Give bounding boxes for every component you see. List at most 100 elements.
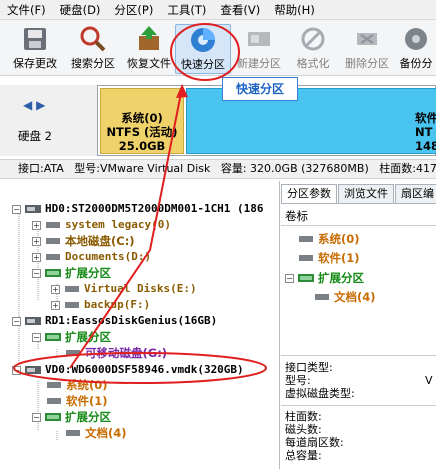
tree-item-removable-g[interactable]: 可移动磁盘(G:) [64, 345, 167, 361]
cylinders-info: 柱面数:417 [379, 162, 436, 175]
tree-item-label: 软件(1) [66, 394, 108, 408]
prop-cylinders: 柱面数: [285, 410, 322, 423]
expand-icon[interactable]: + [32, 252, 41, 262]
collapse-icon[interactable]: − [12, 316, 21, 326]
partition-icon [299, 236, 313, 242]
volume-label-header: 卷标 [285, 209, 308, 223]
partition-icon [47, 398, 61, 404]
segment-software-size: 148. [415, 139, 436, 153]
right-item-system[interactable]: 系统(0) [297, 231, 360, 247]
segment-system-size: 25.0GB [118, 139, 166, 153]
tab-sector-edit[interactable]: 扇区编 [395, 184, 436, 204]
tree-item-backup-f[interactable]: + backup(F:) [51, 297, 150, 313]
tree-item-extended-rd1[interactable]: − 扩展分区 [32, 329, 111, 345]
right-item-label: 系统(0) [318, 232, 360, 246]
magnifier-icon [80, 26, 106, 52]
save-changes-label: 保存更改 [13, 57, 57, 70]
right-item-extended[interactable]: − 扩展分区 [285, 270, 364, 286]
quick-partition-button[interactable]: 快速分区 [175, 24, 231, 74]
menu-tools[interactable]: 工具(T) [160, 0, 213, 20]
tree-item-documents-4[interactable]: 文档(4) [64, 425, 127, 441]
tree-item-software-1[interactable]: 软件(1) [45, 393, 108, 409]
right-tabs: 分区参数 浏览文件 扇区编 [281, 184, 436, 204]
menu-help[interactable]: 帮助(H) [267, 0, 322, 20]
restore-files-button[interactable]: 恢复文件 [122, 24, 176, 74]
partition-segment-system[interactable]: 系统(0) NTFS (活动) 25.0GB [100, 88, 184, 154]
segment-system-fs: NTFS (活动) [106, 125, 178, 139]
format-button[interactable]: 格式化 [286, 24, 340, 74]
tree-item-label: Documents(D:) [65, 250, 152, 263]
expand-icon[interactable]: + [51, 284, 60, 294]
expand-icon[interactable]: + [32, 220, 41, 230]
segment-software-name: 软件 [415, 111, 436, 125]
prop-sectors-per-track: 每道扇区数: [285, 436, 344, 449]
delete-partition-button[interactable]: 删除分区 [340, 24, 394, 74]
tree-disk-rd1[interactable]: − RD1:EassosDiskGenius(16GB) [12, 313, 217, 329]
expand-icon[interactable]: + [32, 236, 41, 246]
chevron-left-icon[interactable]: ◀ [23, 98, 32, 112]
menu-file[interactable]: 文件(F) [0, 0, 53, 20]
new-partition-label: 新建分区 [237, 57, 281, 70]
menu-disk[interactable]: 硬盘(D) [53, 0, 108, 20]
right-item-label: 扩展分区 [318, 271, 364, 285]
tree-item-system-legacy[interactable]: + system legacy(0) [32, 217, 171, 233]
tree-disk-vd0[interactable]: − VD0:WD6000DSF58946.vmdk(320GB) [12, 362, 244, 378]
partition-icon [315, 294, 329, 300]
tree-disk-hd0[interactable]: − HD0:ST2000DM5T2000DM001-1CH1 (186 [12, 201, 264, 217]
tree-item-label: 可移动磁盘(G:) [85, 346, 168, 360]
collapse-icon[interactable]: − [285, 273, 294, 283]
chevron-right-icon[interactable]: ▶ [36, 98, 45, 112]
save-changes-button[interactable]: 保存更改 [8, 24, 62, 74]
tab-partition-params[interactable]: 分区参数 [281, 184, 337, 204]
delete-partition-icon [357, 33, 377, 45]
tree-item-label: 本地磁盘(C:) [65, 234, 135, 248]
partition-icon [46, 222, 60, 228]
partition-icon [65, 286, 79, 292]
tree-item-label: 扩展分区 [65, 410, 111, 424]
new-partition-button[interactable]: 新建分区 [232, 24, 286, 74]
partition-icon [66, 350, 80, 356]
collapse-icon[interactable]: − [32, 412, 41, 422]
tree-item-virtual-disks-e[interactable]: + Virtual Disks(E:) [51, 281, 197, 297]
delete-partition-label: 删除分区 [345, 57, 389, 70]
backup-partition-button[interactable]: 备份分 [394, 24, 436, 74]
disk-label: 硬盘 2 [18, 129, 52, 143]
search-partition-button[interactable]: 搜索分区 [66, 24, 120, 74]
tree-item-documents-d[interactable]: + Documents(D:) [32, 249, 151, 265]
partition-icon [47, 382, 61, 388]
restore-box-icon [139, 26, 159, 50]
disk-bar: 系统(0) NTFS (活动) 25.0GB 软件 NT 148. [0, 85, 436, 156]
menu-view[interactable]: 查看(V) [213, 0, 267, 20]
save-icon [24, 28, 46, 50]
extended-partition-icon [298, 274, 314, 282]
right-item-software[interactable]: 软件(1) [297, 250, 360, 266]
collapse-icon[interactable]: − [32, 332, 41, 342]
tree-item-extended-vd0[interactable]: − 扩展分区 [32, 409, 111, 425]
restore-files-label: 恢复文件 [127, 57, 171, 70]
tree-item-label: system legacy(0) [65, 218, 171, 231]
tree-item-system-0[interactable]: 系统(0) [45, 377, 108, 393]
tree-item-local-disk-c[interactable]: + 本地磁盘(C:) [32, 233, 135, 249]
menu-partition[interactable]: 分区(P) [107, 0, 160, 20]
partition-icon [46, 254, 60, 260]
interface-info: 接口:ATA [18, 162, 64, 175]
tree-item-extended-hd0[interactable]: − 扩展分区 [32, 265, 111, 281]
collapse-icon[interactable]: − [12, 365, 21, 375]
tree-item-label: backup(F:) [84, 298, 151, 311]
quick-partition-tooltip: 快速分区 [222, 77, 298, 101]
partition-icon [66, 430, 80, 436]
collapse-icon[interactable]: − [12, 204, 21, 214]
partition-icon [46, 238, 60, 244]
tab-browse-files[interactable]: 浏览文件 [338, 184, 394, 204]
new-partition-icon [248, 32, 270, 46]
expand-icon[interactable]: + [51, 300, 60, 310]
tree-vd0-label: VD0:WD6000DSF58946.vmdk(320GB) [45, 363, 244, 376]
prop-total-capacity: 总容量: [285, 449, 322, 462]
tree-rd1-label: RD1:EassosDiskGenius(16GB) [45, 314, 218, 327]
tab-divider [281, 203, 436, 204]
virtual-disk-icon [25, 366, 41, 374]
prop-heads: 磁头数: [285, 423, 322, 436]
right-item-documents[interactable]: 文档(4) [313, 289, 376, 305]
tree-item-label: 扩展分区 [65, 266, 111, 280]
collapse-icon[interactable]: − [32, 268, 41, 278]
